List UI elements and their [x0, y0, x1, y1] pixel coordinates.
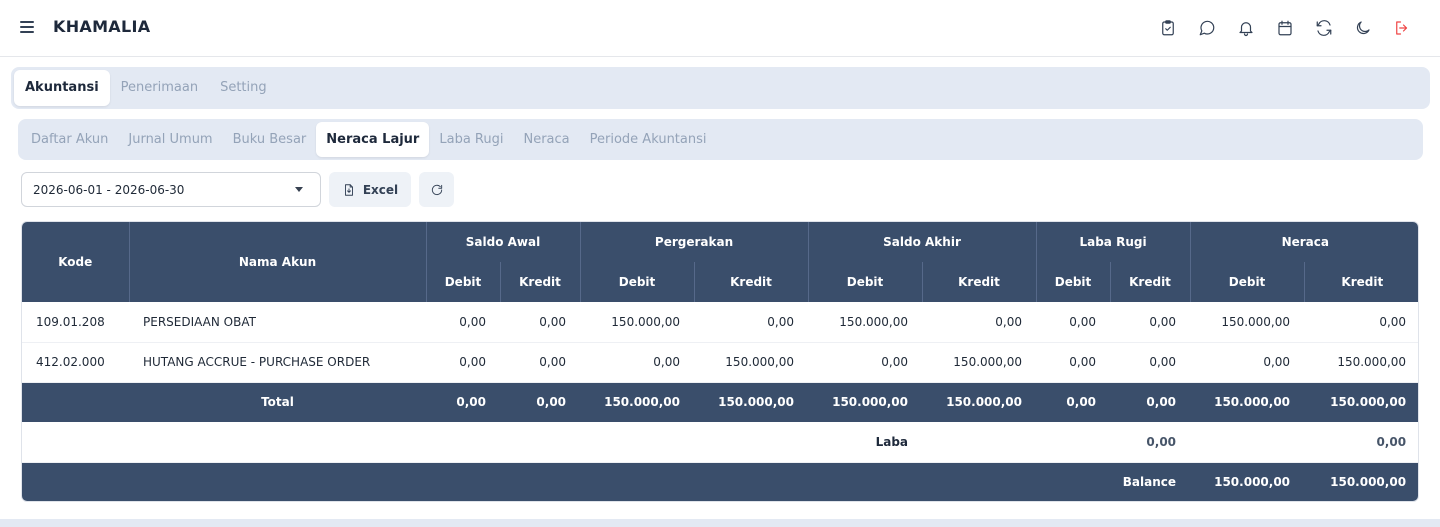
cell-value: 150.000,00 — [580, 302, 695, 343]
col-debit: Debit — [808, 262, 923, 302]
app-title: KHAMALIA — [53, 17, 151, 36]
cell-value: 0,00 — [1110, 342, 1191, 383]
total-row: Total 0,00 0,00 150.000,00 150.000,00 15… — [22, 382, 1418, 422]
total-label: Total — [129, 382, 426, 422]
total-value: 150.000,00 — [1304, 382, 1418, 422]
file-download-icon — [344, 183, 353, 196]
col-kredit: Kredit — [500, 262, 581, 302]
col-debit: Debit — [426, 262, 501, 302]
col-kredit: Kredit — [922, 262, 1037, 302]
total-value: 150.000,00 — [922, 382, 1037, 422]
balance-row: Balance 150.000,00 150.000,00 — [22, 462, 1418, 501]
cell-value: 0,00 — [426, 342, 500, 383]
total-value: 150.000,00 — [808, 382, 923, 422]
cell-value: 0,00 — [580, 342, 695, 383]
main-tabs: Akuntansi Penerimaan Setting — [11, 67, 1430, 109]
excel-button-label: Excel — [362, 182, 399, 197]
tab-setting[interactable]: Setting — [209, 70, 278, 106]
tab-neraca[interactable]: Neraca — [513, 122, 579, 157]
cell-nama-akun: PERSEDIAAN OBAT — [129, 302, 426, 343]
total-value: 150.000,00 — [694, 382, 809, 422]
clipboard-check-icon[interactable] — [1158, 18, 1178, 38]
cell-value: 0,00 — [426, 302, 500, 343]
col-kode: Kode — [22, 222, 130, 302]
cell-value: 0,00 — [500, 302, 581, 343]
cell-value: 0,00 — [922, 302, 1037, 343]
footer-strip — [0, 519, 1440, 527]
laba-row: Laba 0,00 0,00 — [22, 422, 1418, 463]
col-laba-rugi: Laba Rugi — [1036, 222, 1191, 262]
col-kredit: Kredit — [694, 262, 809, 302]
total-value: 150.000,00 — [1190, 382, 1305, 422]
excel-button[interactable]: Excel — [329, 172, 411, 207]
chat-icon[interactable] — [1197, 18, 1217, 38]
cell-value: 150.000,00 — [922, 342, 1037, 383]
balance-label: Balance — [22, 462, 1191, 501]
calendar-icon[interactable] — [1275, 18, 1295, 38]
col-nama-akun: Nama Akun — [129, 222, 427, 302]
col-saldo-akhir: Saldo Akhir — [808, 222, 1037, 262]
menu-icon[interactable] — [20, 21, 34, 33]
cell-value: 150.000,00 — [694, 342, 809, 383]
top-bar: KHAMALIA — [0, 0, 1440, 57]
table-row: 109.01.208 PERSEDIAAN OBAT 0,00 0,00 150… — [22, 302, 1418, 343]
cell-value: 150.000,00 — [808, 302, 923, 343]
refresh-button[interactable] — [419, 172, 454, 207]
col-debit: Debit — [580, 262, 695, 302]
total-value: 0,00 — [500, 382, 581, 422]
cell-value: 0,00 — [500, 342, 581, 383]
cell-value: 0,00 — [1036, 342, 1111, 383]
balance-debit-value: 150.000,00 — [1190, 462, 1305, 501]
cell-value: 0,00 — [808, 342, 923, 383]
cell-kode: 109.01.208 — [22, 302, 129, 343]
cell-value: 0,00 — [1190, 342, 1305, 383]
cell-value: 0,00 — [1304, 302, 1418, 343]
tab-buku-besar[interactable]: Buku Besar — [223, 122, 317, 157]
col-debit: Debit — [1036, 262, 1111, 302]
tab-neraca-lajur[interactable]: Neraca Lajur — [316, 122, 430, 157]
total-value: 0,00 — [1110, 382, 1191, 422]
moon-icon[interactable] — [1353, 18, 1373, 38]
laba-neraca-value: 0,00 — [1304, 422, 1418, 463]
col-kredit: Kredit — [1304, 262, 1418, 302]
date-range-value: 2026-06-01 - 2026-06-30 — [33, 182, 185, 197]
col-pergerakan: Pergerakan — [580, 222, 809, 262]
cell-value: 0,00 — [694, 302, 809, 343]
neraca-lajur-table: Kode Nama Akun Saldo Awal Pergerakan Sal… — [21, 221, 1419, 502]
cell-value: 150.000,00 — [1190, 302, 1305, 343]
tab-daftar-akun[interactable]: Daftar Akun — [21, 122, 118, 157]
laba-rugi-value: 0,00 — [1110, 422, 1191, 463]
col-debit: Debit — [1190, 262, 1305, 302]
tab-periode-akuntansi[interactable]: Periode Akuntansi — [580, 122, 717, 157]
cell-kode: 412.02.000 — [22, 342, 129, 383]
reload-icon — [431, 184, 442, 195]
bell-icon[interactable] — [1236, 18, 1256, 38]
cell-value: 0,00 — [1036, 302, 1111, 343]
cell-value: 0,00 — [1110, 302, 1191, 343]
cell-nama-akun: HUTANG ACCRUE - PURCHASE ORDER — [129, 342, 426, 383]
tab-jurnal-umum[interactable]: Jurnal Umum — [118, 122, 222, 157]
refresh-icon[interactable] — [1314, 18, 1334, 38]
tab-penerimaan[interactable]: Penerimaan — [110, 70, 209, 106]
cell-value: 150.000,00 — [1304, 342, 1418, 383]
laba-label: Laba — [22, 422, 923, 463]
date-range-select[interactable]: 2026-06-01 - 2026-06-30 — [21, 172, 321, 207]
tab-akuntansi[interactable]: Akuntansi — [14, 70, 110, 106]
tab-laba-rugi[interactable]: Laba Rugi — [429, 122, 513, 157]
logout-icon[interactable] — [1392, 18, 1412, 38]
balance-kredit-value: 150.000,00 — [1304, 462, 1418, 501]
col-kredit: Kredit — [1110, 262, 1191, 302]
sub-tabs: Daftar Akun Jurnal Umum Buku Besar Nerac… — [18, 119, 1423, 160]
col-neraca: Neraca — [1190, 222, 1418, 262]
col-saldo-awal: Saldo Awal — [426, 222, 581, 262]
toolbar: 2026-06-01 - 2026-06-30 Excel — [21, 172, 454, 207]
topbar-actions — [1158, 18, 1412, 38]
total-value: 150.000,00 — [580, 382, 695, 422]
chevron-down-icon — [295, 187, 303, 192]
total-value: 0,00 — [426, 382, 500, 422]
total-value: 0,00 — [1036, 382, 1111, 422]
table-row: 412.02.000 HUTANG ACCRUE - PURCHASE ORDE… — [22, 342, 1418, 383]
